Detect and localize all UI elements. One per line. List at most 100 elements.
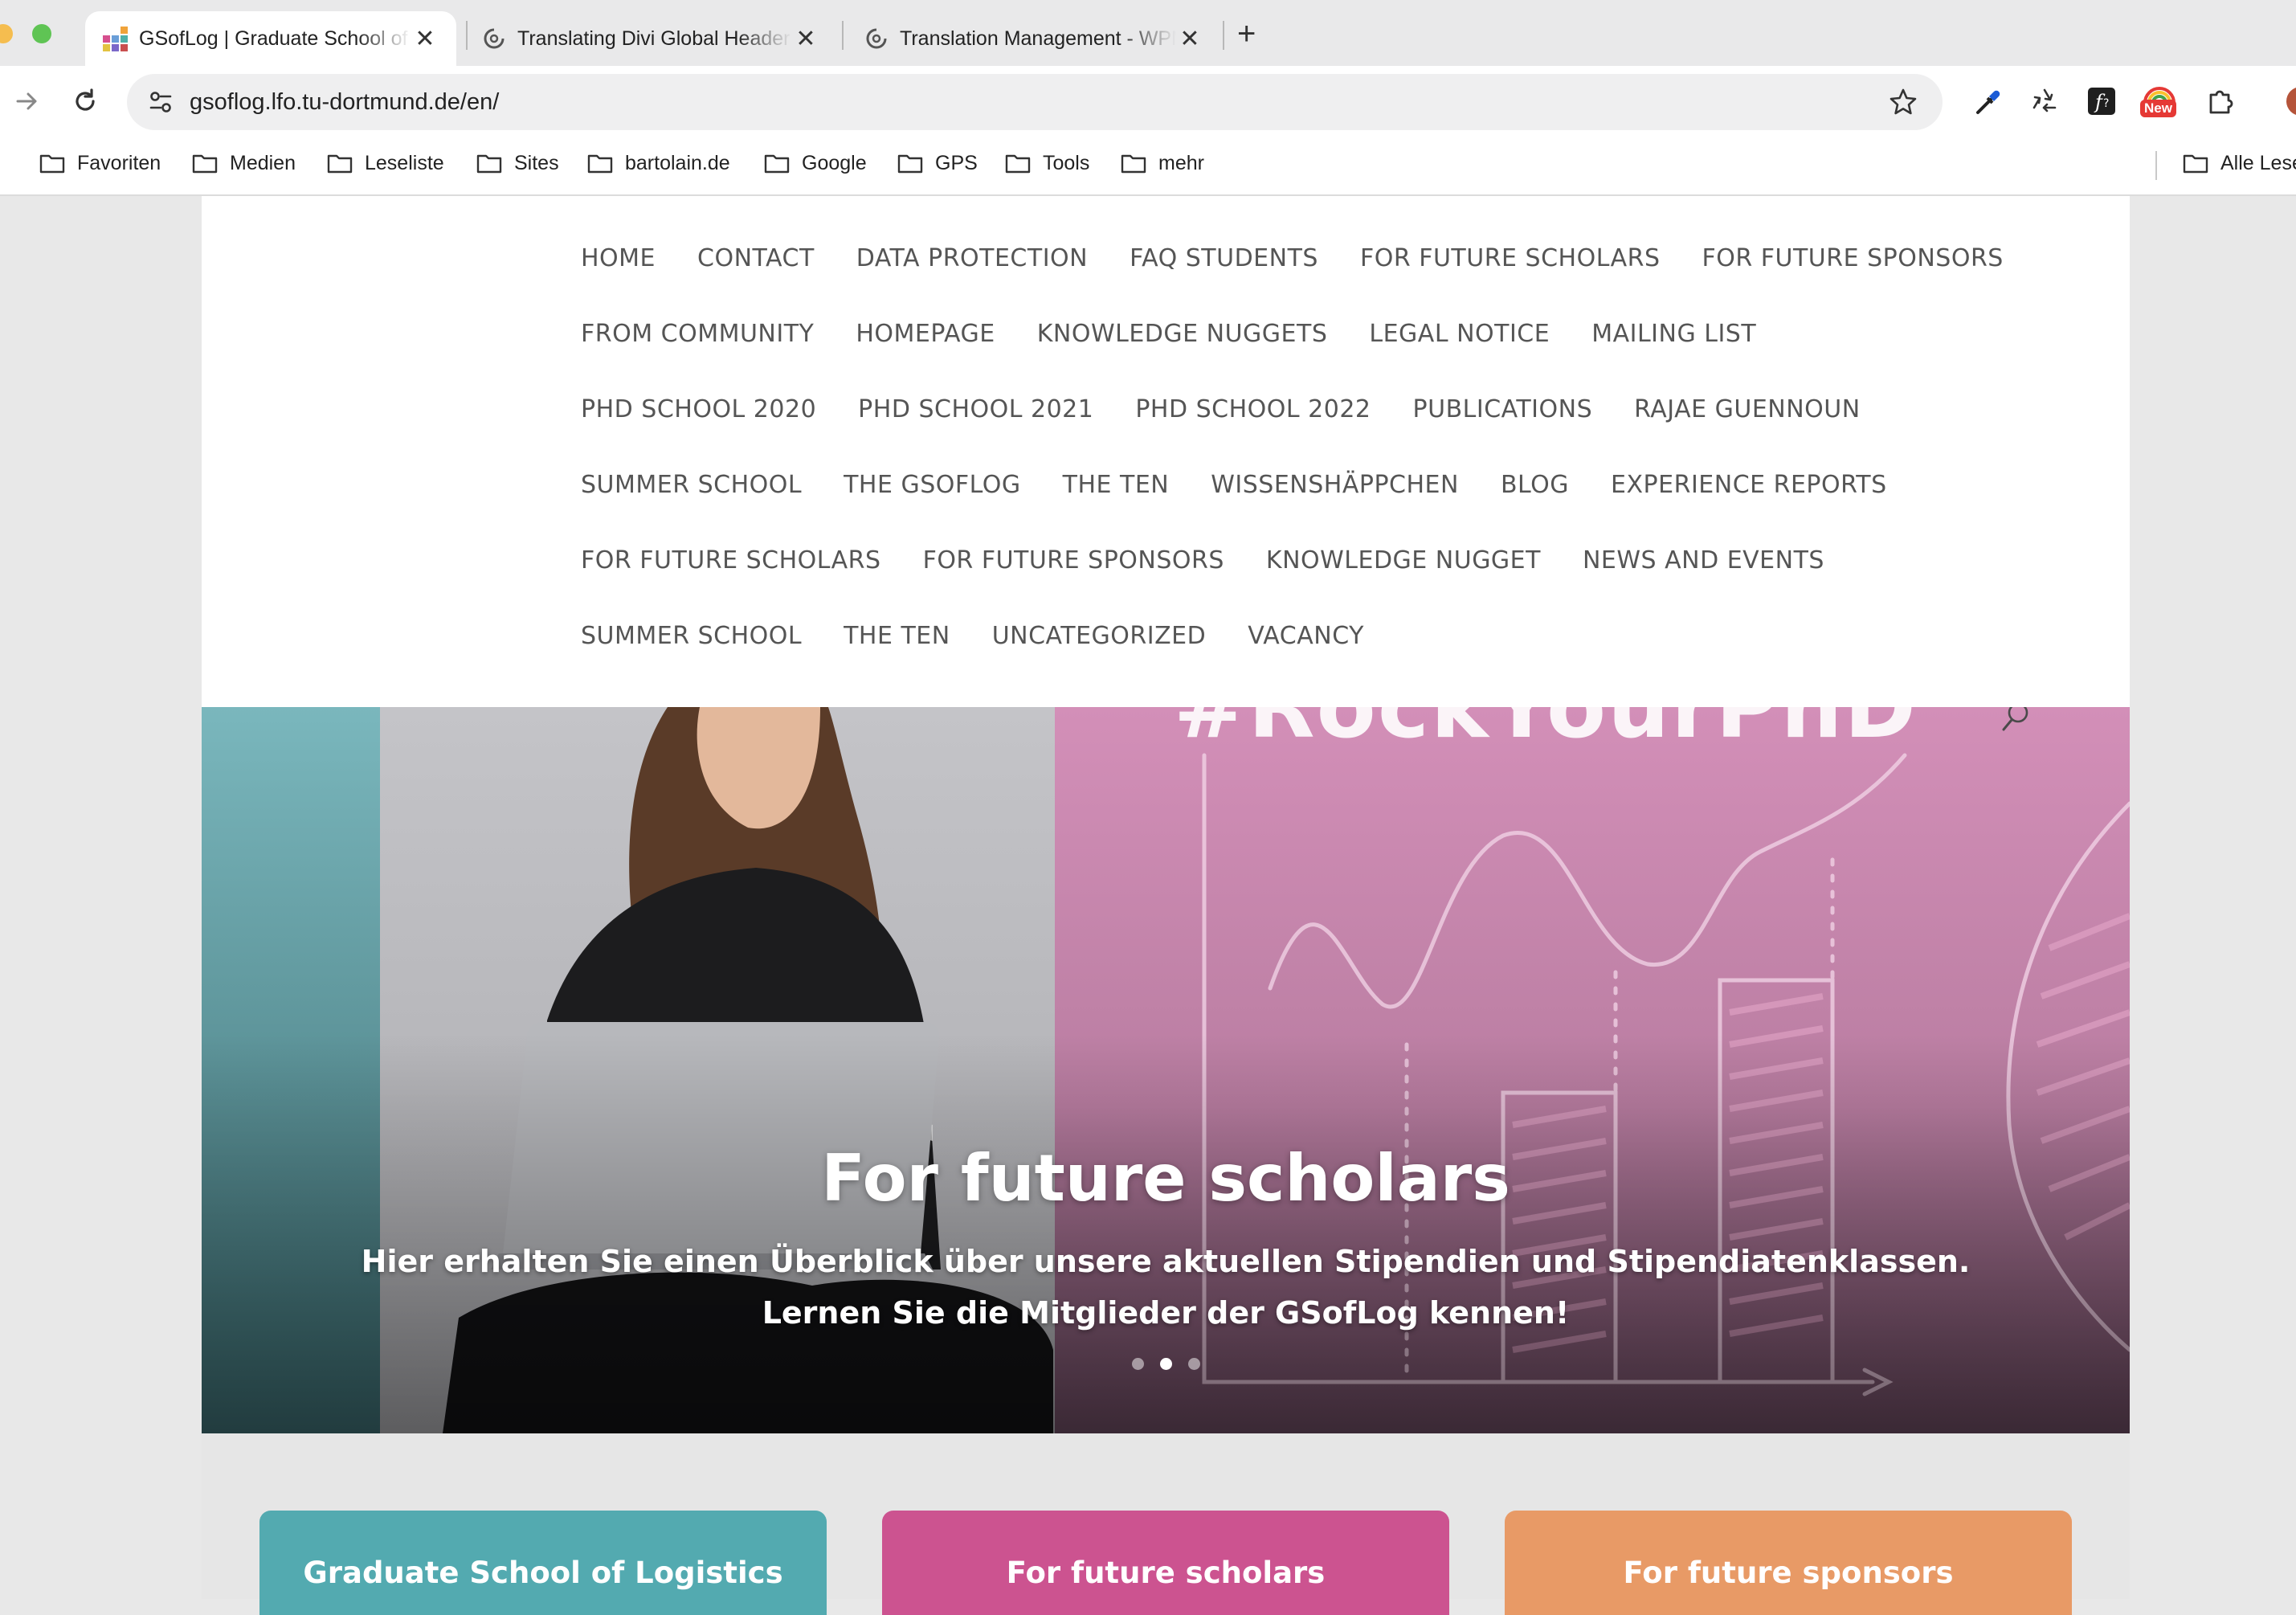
minimize-window-button[interactable] — [0, 24, 13, 43]
menu-row: FROM COMMUNITY HOMEPAGE KNOWLEDGE NUGGET… — [581, 320, 1756, 348]
tab-gsoflog[interactable]: GSofLog | Graduate School of Logistics ✕ — [85, 11, 456, 66]
bookmarks-separator — [2155, 151, 2157, 180]
profile-avatar[interactable] — [2286, 87, 2296, 116]
tab-translation-management[interactable]: Translation Management - WPML ✕ — [856, 11, 1211, 66]
main-menu: HOME CONTACT DATA PROTECTION FAQ STUDENT… — [202, 196, 2130, 707]
bookmark-label: Favoriten — [77, 151, 161, 174]
folder-icon — [587, 154, 613, 174]
site-settings-icon[interactable] — [145, 86, 177, 118]
card-future-scholars[interactable]: For future scholars — [882, 1511, 1449, 1615]
slider-dot-1[interactable] — [1131, 1358, 1144, 1370]
card-graduate-school[interactable]: Graduate School of Logistics — [259, 1511, 827, 1615]
bookmark-label: mehr — [1158, 151, 1204, 174]
tab-translating-divi[interactable]: Translating Divi Global Header ✕ — [474, 11, 827, 66]
feature-cards: Graduate School of Logistics For future … — [202, 1433, 2130, 1615]
menu-item-for-future-sponsors[interactable]: FOR FUTURE SPONSORS — [1702, 244, 2004, 272]
menu-row: SUMMER SCHOOL THE TEN UNCATEGORIZED VACA… — [581, 622, 1364, 650]
bookmark-folder-favoriten[interactable]: Favoriten — [39, 151, 161, 175]
menu-item-phd-school-2021[interactable]: PHD SCHOOL 2021 — [858, 395, 1093, 423]
menu-item-contact[interactable]: CONTACT — [697, 244, 815, 272]
svg-text:?: ? — [2103, 97, 2109, 110]
menu-item-the-ten[interactable]: THE TEN — [1063, 471, 1170, 499]
slider-pagination — [202, 1358, 2130, 1370]
menu-item-experience-reports[interactable]: EXPERIENCE REPORTS — [1611, 471, 1887, 499]
bookmark-folder-gps[interactable]: GPS — [897, 151, 978, 175]
address-bar[interactable]: gsoflog.lfo.tu-dortmund.de/en/ — [127, 74, 1943, 130]
menu-item-faq-students[interactable]: FAQ STUDENTS — [1130, 244, 1318, 272]
bookmarks-bar: Favoriten Medien Leseliste Sites bartola… — [0, 138, 2296, 196]
maximize-window-button[interactable] — [32, 24, 51, 43]
slider-dot-3[interactable] — [1187, 1358, 1200, 1370]
bookmark-folder-mehr[interactable]: mehr — [1120, 151, 1204, 175]
menu-item-home[interactable]: HOME — [581, 244, 656, 272]
bookmark-folder-sites[interactable]: Sites — [476, 151, 559, 175]
close-tab-icon[interactable]: ✕ — [792, 25, 819, 53]
bookmark-folder-tools[interactable]: Tools — [1004, 151, 1089, 175]
menu-item-legal-notice[interactable]: LEGAL NOTICE — [1369, 320, 1550, 348]
menu-item-data-protection[interactable]: DATA PROTECTION — [856, 244, 1088, 272]
menu-item-knowledge-nuggets[interactable]: KNOWLEDGE NUGGETS — [1037, 320, 1328, 348]
menu-item-publications[interactable]: PUBLICATIONS — [1413, 395, 1593, 423]
menu-row: HOME CONTACT DATA PROTECTION FAQ STUDENT… — [581, 244, 2004, 272]
forward-arrow-icon[interactable] — [11, 85, 43, 117]
close-tab-icon[interactable]: ✕ — [411, 25, 439, 53]
menu-row: SUMMER SCHOOL THE GSOFLOG THE TEN WISSEN… — [581, 471, 1887, 499]
browser-toolbar: gsoflog.lfo.tu-dortmund.de/en/ f ? New — [0, 66, 2296, 138]
folder-icon — [476, 154, 502, 174]
menu-item-mailing-list[interactable]: MAILING LIST — [1591, 320, 1756, 348]
reload-icon[interactable] — [69, 85, 101, 117]
bookmark-label: Alle Lesezeichen — [2220, 151, 2296, 174]
menu-item-category-summer-school[interactable]: SUMMER SCHOOL — [581, 622, 802, 650]
hero-hashtag: #RockYourPhD — [1174, 707, 1918, 758]
bookmark-folder-leseliste[interactable]: Leseliste — [326, 151, 444, 175]
hero-slider: #RockYourPhD For future scholars Hier er… — [202, 707, 2130, 1433]
hero-description: Hier erhalten Sie einen Überblick über u… — [361, 1244, 1971, 1331]
menu-item-wissenshaeppchen[interactable]: WISSENSHÄPPCHEN — [1211, 471, 1459, 499]
menu-item-the-gsoflog[interactable]: THE GSOFLOG — [844, 471, 1021, 499]
menu-item-for-future-scholars[interactable]: FOR FUTURE SCHOLARS — [1360, 244, 1661, 272]
page-container: HOME CONTACT DATA PROTECTION FAQ STUDENT… — [202, 196, 2130, 1615]
bookmark-label: Medien — [230, 151, 296, 174]
close-tab-icon[interactable]: ✕ — [1176, 25, 1203, 53]
fontanello-extension-icon[interactable]: f ? — [2086, 85, 2118, 117]
new-tab-button[interactable]: + — [1237, 16, 1256, 52]
slider-dot-2[interactable] — [1159, 1358, 1172, 1370]
bookmark-folder-medien[interactable]: Medien — [191, 151, 296, 175]
menu-item-vacancy[interactable]: VACANCY — [1248, 622, 1364, 650]
gsoflog-favicon-icon — [103, 26, 128, 51]
bookmark-star-icon[interactable] — [1888, 87, 1918, 117]
tab-title: Translating Divi Global Header — [517, 27, 791, 50]
url-text: gsoflog.lfo.tu-dortmund.de/en/ — [190, 88, 500, 115]
extensions-puzzle-icon[interactable] — [2204, 85, 2237, 117]
menu-item-rajae-guennoun[interactable]: RAJAE GUENNOUN — [1634, 395, 1861, 423]
menu-item-uncategorized[interactable]: UNCATEGORIZED — [992, 622, 1206, 650]
menu-row: PHD SCHOOL 2020 PHD SCHOOL 2021 PHD SCHO… — [581, 395, 1861, 423]
menu-item-knowledge-nugget[interactable]: KNOWLEDGE NUGGET — [1266, 546, 1541, 574]
bookmark-label: Google — [802, 151, 867, 174]
rainbow-extension-icon[interactable]: New — [2140, 80, 2179, 121]
tab-strip: GSofLog | Graduate School of Logistics ✕… — [0, 0, 2296, 66]
tab-separator — [466, 21, 468, 50]
menu-item-phd-school-2022[interactable]: PHD SCHOOL 2022 — [1135, 395, 1371, 423]
folder-icon — [39, 154, 65, 174]
menu-item-phd-school-2020[interactable]: PHD SCHOOL 2020 — [581, 395, 816, 423]
menu-item-summer-school[interactable]: SUMMER SCHOOL — [581, 471, 802, 499]
card-future-sponsors[interactable]: For future sponsors — [1505, 1511, 2072, 1615]
eyedropper-extension-icon[interactable] — [1971, 85, 2005, 119]
menu-item-category-for-future-scholars[interactable]: FOR FUTURE SCHOLARS — [581, 546, 881, 574]
recycle-extension-icon[interactable] — [2028, 85, 2061, 119]
menu-item-from-community[interactable]: FROM COMMUNITY — [581, 320, 814, 348]
menu-item-news-and-events[interactable]: NEWS AND EVENTS — [1583, 546, 1824, 574]
folder-icon — [764, 154, 790, 174]
menu-item-category-for-future-sponsors[interactable]: FOR FUTURE SPONSORS — [923, 546, 1224, 574]
bookmark-folder-google[interactable]: Google — [763, 151, 867, 175]
folder-icon — [192, 154, 218, 174]
all-bookmarks-folder[interactable]: Alle Lesezeichen — [2182, 151, 2296, 175]
menu-item-blog[interactable]: BLOG — [1501, 471, 1569, 499]
menu-item-homepage[interactable]: HOMEPAGE — [856, 320, 995, 348]
bookmark-label: Leseliste — [365, 151, 444, 174]
bookmark-folder-bartolain[interactable]: bartolain.de — [586, 151, 730, 175]
bookmark-label: GPS — [935, 151, 978, 174]
search-icon[interactable] — [2000, 707, 2032, 736]
menu-item-category-the-ten[interactable]: THE TEN — [844, 622, 950, 650]
